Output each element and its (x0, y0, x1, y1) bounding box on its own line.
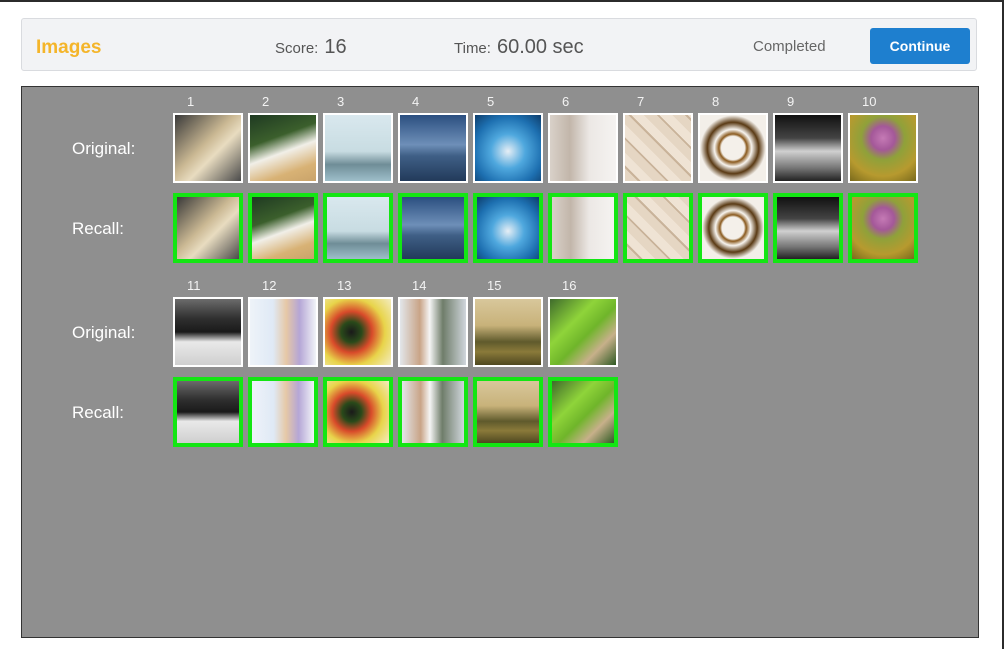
original-image-tile[interactable] (323, 113, 393, 183)
bead-bracelet-photo (702, 197, 764, 259)
status-text: Completed (753, 38, 826, 55)
stone-statue-photo (550, 115, 616, 181)
allium-flower-photo (852, 197, 914, 259)
image-number: 15 (487, 278, 502, 293)
header-bar: Images Score: 16 Time: 60.00 sec Completed… (21, 18, 977, 71)
image-number: 11 (187, 278, 201, 293)
recall-image-tile[interactable] (248, 377, 318, 447)
row-label-recall: Recall: (72, 403, 124, 422)
continue-button[interactable]: Continue (870, 28, 970, 64)
stone-wall-texture-photo (627, 197, 689, 259)
image-number: 6 (562, 94, 570, 109)
image-number: 1 (187, 94, 195, 109)
recall-image-tile[interactable] (398, 193, 468, 263)
book-cover-photo (175, 115, 241, 181)
image-number: 12 (262, 278, 277, 293)
image-number: 8 (712, 94, 720, 109)
image-number: 3 (337, 94, 345, 109)
child-at-whiteboard-photo (250, 299, 316, 365)
original-image-tile[interactable] (623, 113, 693, 183)
score-value: 16 (324, 36, 347, 58)
time-label: Time: (454, 40, 491, 57)
original-image-tile[interactable] (248, 113, 318, 183)
sailing-ship-photo (327, 197, 389, 259)
stone-statue-photo (552, 197, 614, 259)
stone-wall-texture-photo (625, 115, 691, 181)
recall-image-tile[interactable] (473, 193, 543, 263)
recall-image-tile[interactable] (323, 193, 393, 263)
original-image-tile[interactable] (173, 297, 243, 367)
recall-image-tile[interactable] (173, 193, 243, 263)
page-title: Images (36, 37, 102, 58)
molecule-model-photo (325, 299, 391, 365)
row-label-recall: Recall: (72, 219, 124, 238)
time-display: Time: 60.00 sec (454, 36, 584, 59)
row-label-original: Original: (72, 323, 136, 342)
image-number: 10 (862, 94, 877, 109)
original-image-tile[interactable] (848, 113, 918, 183)
image-number: 9 (787, 94, 795, 109)
parakeets-photo (552, 381, 614, 443)
recall-image-tile[interactable] (323, 377, 393, 447)
bead-bracelet-photo (700, 115, 766, 181)
original-image-tile[interactable] (698, 113, 768, 183)
recall-image-tile[interactable] (623, 193, 693, 263)
recall-image-tile[interactable] (698, 193, 768, 263)
recall-image-tile[interactable] (548, 377, 618, 447)
original-image-tile[interactable] (548, 297, 618, 367)
score-display: Score: 16 (275, 36, 347, 59)
dog-on-road-photo (775, 115, 841, 181)
tea-and-bread-photo (252, 197, 314, 259)
image-number: 13 (337, 278, 352, 293)
recall-image-tile[interactable] (473, 377, 543, 447)
blue-circular-office-photo (477, 197, 539, 259)
image-number: 16 (562, 278, 577, 293)
original-image-tile[interactable] (473, 113, 543, 183)
score-label: Score: (275, 40, 319, 57)
original-image-tile[interactable] (548, 113, 618, 183)
original-image-tile[interactable] (173, 113, 243, 183)
time-value: 60.00 sec (496, 36, 584, 58)
book-cover-photo (177, 197, 239, 259)
recall-image-tile[interactable] (398, 377, 468, 447)
recall-image-tile[interactable] (173, 377, 243, 447)
black-bird-sculpture-photo (177, 381, 239, 443)
image-number: 4 (412, 94, 420, 109)
blue-circular-office-photo (475, 115, 541, 181)
countryside-hill-photo (475, 299, 541, 365)
recall-image-tile[interactable] (773, 193, 843, 263)
original-image-tile[interactable] (473, 297, 543, 367)
original-image-tile[interactable] (398, 113, 468, 183)
tea-and-bread-photo (250, 115, 316, 181)
molecule-model-photo (327, 381, 389, 443)
pier-seascape-photo (402, 197, 464, 259)
image-number: 14 (412, 278, 427, 293)
window-top-border (0, 0, 1004, 2)
image-number: 5 (487, 94, 495, 109)
original-image-tile[interactable] (398, 297, 468, 367)
black-bird-sculpture-photo (175, 299, 241, 365)
row-label-original: Original: (72, 139, 136, 158)
engineers-meeting-photo (400, 299, 466, 365)
pier-seascape-photo (400, 115, 466, 181)
results-board: Original: Recall: Original: Recall: 1234… (21, 86, 979, 638)
engineers-meeting-photo (402, 381, 464, 443)
sailing-ship-photo (325, 115, 391, 181)
original-image-tile[interactable] (773, 113, 843, 183)
child-at-whiteboard-photo (252, 381, 314, 443)
countryside-hill-photo (477, 381, 539, 443)
original-image-tile[interactable] (323, 297, 393, 367)
allium-flower-photo (850, 115, 916, 181)
recall-image-tile[interactable] (548, 193, 618, 263)
image-number: 2 (262, 94, 270, 109)
recall-image-tile[interactable] (848, 193, 918, 263)
parakeets-photo (550, 299, 616, 365)
recall-image-tile[interactable] (248, 193, 318, 263)
dog-on-road-photo (777, 197, 839, 259)
original-image-tile[interactable] (248, 297, 318, 367)
image-number: 7 (637, 94, 645, 109)
